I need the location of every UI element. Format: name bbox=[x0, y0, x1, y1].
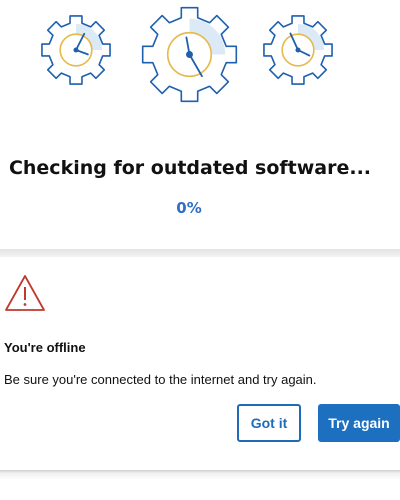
gear-clock-icon bbox=[262, 14, 334, 86]
section-divider bbox=[0, 249, 400, 257]
gear-clock-icon bbox=[140, 5, 239, 104]
gear-clock-icon bbox=[40, 14, 112, 86]
scan-panel: Checking for outdated software... 0% bbox=[0, 0, 400, 250]
dialog-title: You're offline bbox=[4, 340, 86, 355]
offline-dialog: You're offline Be sure you're connected … bbox=[0, 257, 400, 471]
scan-progress-percent: 0% bbox=[176, 199, 202, 217]
try-again-button[interactable]: Try again bbox=[318, 404, 400, 442]
scan-status-title: Checking for outdated software... bbox=[8, 157, 372, 179]
got-it-button[interactable]: Got it bbox=[237, 404, 301, 442]
dialog-message: Be sure you're connected to the internet… bbox=[4, 372, 317, 387]
warning-triangle-icon bbox=[3, 273, 47, 313]
dialog-shadow bbox=[0, 470, 400, 500]
